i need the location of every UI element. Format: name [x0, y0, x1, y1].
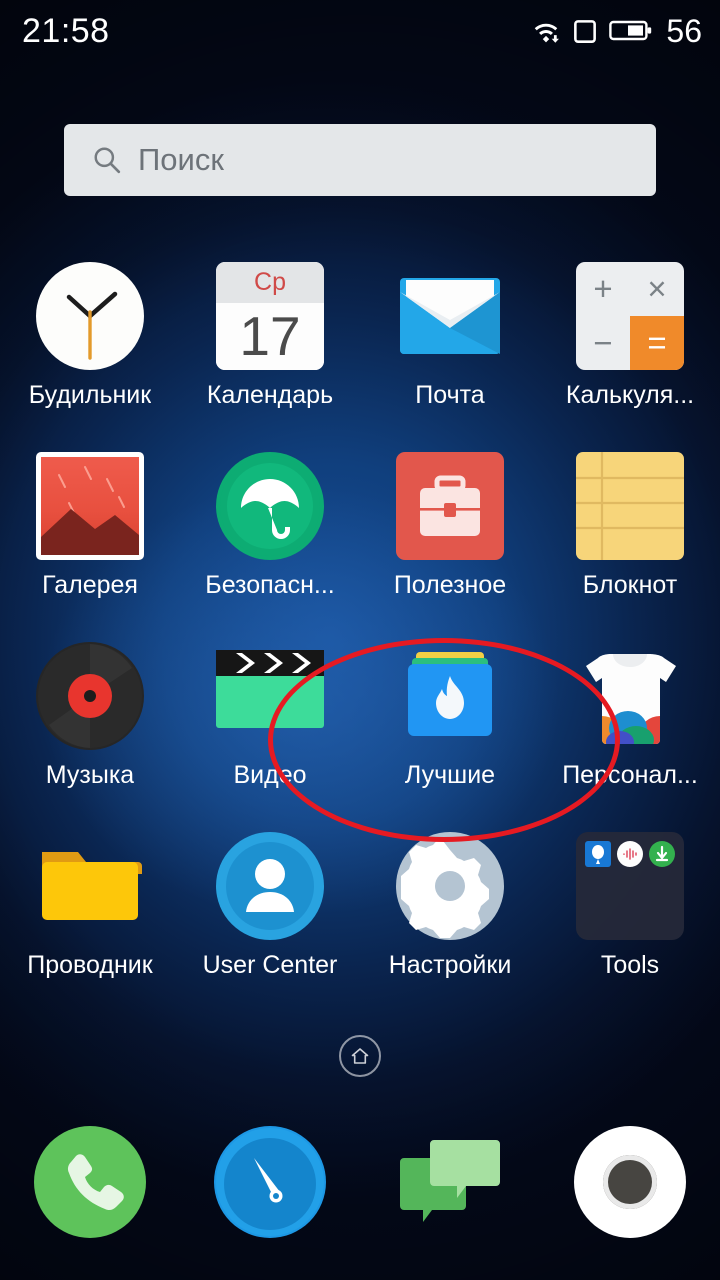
app-icon-notes[interactable]: Блокнот: [540, 452, 720, 616]
notepad-icon: [576, 452, 684, 560]
app-icon-security[interactable]: Безопасн...: [180, 452, 360, 616]
calendar-weekday: Ср: [216, 262, 324, 304]
app-label: User Center: [202, 951, 338, 979]
gear-icon: [396, 832, 504, 940]
app-icon-user-center[interactable]: User Center: [180, 832, 360, 996]
app-label: Проводник: [27, 951, 153, 979]
app-icon-useful[interactable]: Полезное: [360, 452, 540, 616]
app-icon-themes[interactable]: Персонал...: [540, 642, 720, 806]
app-grid: Будильник Ср 17 Календарь Почта + × − = …: [0, 262, 720, 996]
mini-icon-recorder: [617, 841, 643, 867]
calc-key-plus: +: [593, 270, 613, 307]
app-icon-video[interactable]: Видео: [180, 642, 360, 806]
app-icon-gallery[interactable]: Галерея: [0, 452, 180, 616]
calc-key-equals: =: [630, 316, 684, 370]
app-label: Почта: [415, 381, 485, 409]
dock: [0, 1102, 720, 1262]
mini-icon-balloon: [585, 841, 611, 867]
status-clock: 21:58: [22, 11, 110, 50]
app-label: Персонал...: [562, 761, 698, 789]
dock-item-sms[interactable]: [360, 1102, 540, 1262]
briefcase-icon: [396, 452, 504, 560]
status-icons: 56: [531, 13, 702, 50]
app-icon-explorer[interactable]: Проводник: [0, 832, 180, 996]
app-label: Полезное: [393, 571, 507, 599]
app-label: Калькуля...: [565, 381, 695, 409]
wifi-download-icon: [535, 23, 560, 43]
app-icon-tools-folder[interactable]: Tools: [540, 832, 720, 996]
app-icon-mail[interactable]: Почта: [360, 262, 540, 426]
dock-item-browser[interactable]: [180, 1102, 360, 1262]
app-label: Безопасн...: [205, 571, 335, 599]
battery-icon: [609, 20, 652, 41]
app-label: Видео: [233, 761, 307, 789]
sim-card-icon: [574, 20, 597, 43]
app-icon-best[interactable]: Лучшие: [360, 642, 540, 806]
app-icon-music[interactable]: Музыка: [0, 642, 180, 806]
app-icon-calculator[interactable]: + × − = Калькуля...: [540, 262, 720, 426]
dock-item-camera[interactable]: [540, 1102, 720, 1262]
app-label: Лучшие: [404, 761, 496, 789]
app-label: Будильник: [28, 381, 152, 409]
gallery-icon: [36, 452, 144, 560]
home-page-indicator[interactable]: [339, 1035, 381, 1077]
camera-lens: [603, 1155, 657, 1209]
user-avatar-icon: [216, 832, 324, 940]
folder-group-icon: [576, 832, 684, 940]
camera-icon: [574, 1126, 686, 1238]
calendar-icon: Ср 17: [216, 262, 324, 370]
calendar-day: 17: [216, 303, 324, 370]
vinyl-record-icon: [36, 642, 144, 750]
status-bar: 21:58 56: [0, 0, 720, 62]
mail-icon: [396, 262, 504, 370]
clock-icon: [36, 262, 144, 370]
search-icon: [94, 147, 121, 174]
app-icon-settings[interactable]: Настройки: [360, 832, 540, 996]
battery-percent-label: 56: [666, 12, 702, 49]
app-label: Tools: [600, 951, 660, 979]
dock-item-phone[interactable]: [0, 1102, 180, 1262]
search-bar[interactable]: Поиск: [64, 124, 656, 196]
app-icon-calendar[interactable]: Ср 17 Календарь: [180, 262, 360, 426]
flame-folder-icon: [396, 642, 504, 750]
message-bubbles-icon: [394, 1126, 506, 1238]
clapperboard-icon: [216, 642, 324, 750]
folder-icon: [36, 832, 144, 940]
calc-key-minus: −: [593, 324, 613, 361]
app-label: Музыка: [45, 761, 135, 789]
compass-browser-icon: [214, 1126, 326, 1238]
tshirt-themes-icon: [576, 642, 684, 750]
app-label: Блокнот: [582, 571, 678, 599]
app-label: Настройки: [388, 951, 512, 979]
search-input[interactable]: Поиск: [138, 142, 224, 178]
phone-icon: [34, 1126, 146, 1238]
umbrella-security-icon: [216, 452, 324, 560]
calculator-icon: + × − =: [576, 262, 684, 370]
app-label: Календарь: [206, 381, 334, 409]
home-icon: [351, 1048, 369, 1064]
app-label: Галерея: [42, 571, 138, 599]
mini-icon-download: [649, 841, 675, 867]
home-screen: 21:58 56 Поиск Будильник Ср 17 Календарь…: [0, 0, 720, 1280]
app-icon-clock[interactable]: Будильник: [0, 262, 180, 426]
calc-key-multiply: ×: [647, 270, 667, 307]
